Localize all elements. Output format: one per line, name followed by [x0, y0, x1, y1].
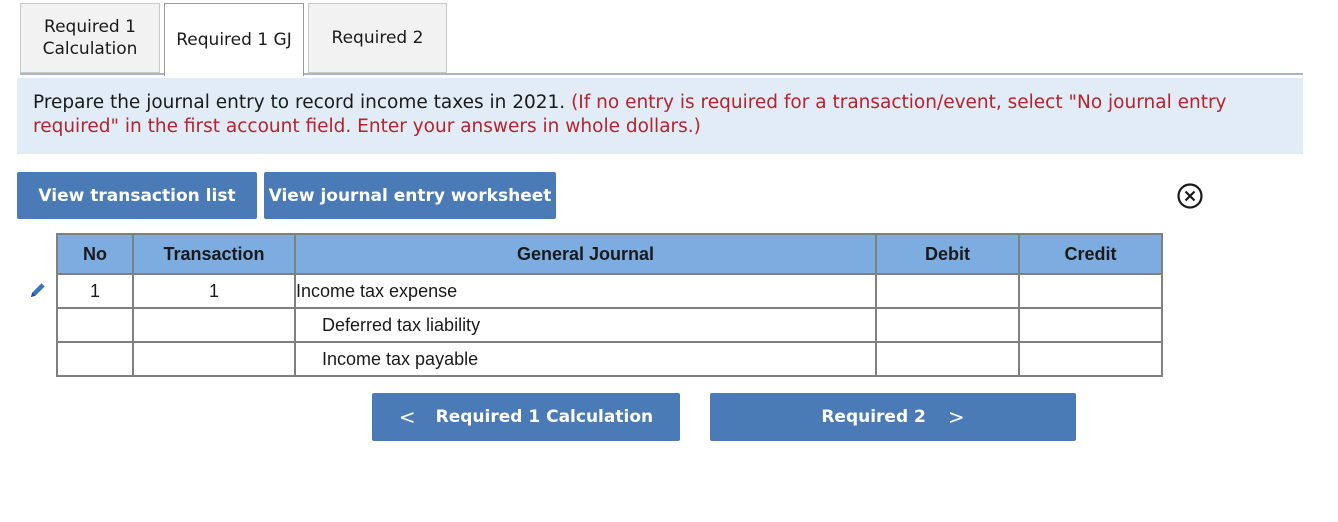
table-row: Income tax payable	[56, 341, 1163, 377]
instructions-note-continued: required" in the first account field. En…	[33, 116, 701, 137]
column-header-general-journal: General Journal	[294, 233, 877, 275]
account-cell[interactable]: Income tax expense	[294, 273, 877, 309]
tab-label: Required 1 GJ	[176, 30, 292, 50]
previous-required-1-calculation-button[interactable]: < Required 1 Calculation	[372, 393, 680, 441]
pencil-icon[interactable]	[28, 280, 48, 300]
column-header-credit: Credit	[1018, 233, 1163, 275]
next-required-2-button[interactable]: Required 2 >	[710, 393, 1076, 441]
tab-required-2[interactable]: Required 2	[308, 3, 447, 73]
tab-label: Required 2	[331, 28, 424, 48]
transaction-number: 1	[132, 273, 296, 309]
row-number	[56, 341, 134, 377]
chevron-right-icon: >	[947, 405, 965, 429]
table-row: 1 1 Income tax expense	[56, 273, 1163, 309]
debit-cell[interactable]	[875, 307, 1020, 343]
table-row: Deferred tax liability	[56, 307, 1163, 343]
debit-cell[interactable]	[875, 341, 1020, 377]
column-header-transaction: Transaction	[132, 233, 296, 275]
credit-cell[interactable]	[1018, 341, 1163, 377]
transaction-number	[132, 307, 296, 343]
next-button-label: Required 2	[821, 407, 926, 427]
tab-required-1-calculation[interactable]: Required 1 Calculation	[20, 3, 160, 73]
view-journal-entry-worksheet-button[interactable]: View journal entry worksheet	[264, 172, 556, 219]
instructions-note: (If no entry is required for a transacti…	[571, 92, 1227, 113]
row-number	[56, 307, 134, 343]
account-cell[interactable]: Deferred tax liability	[294, 307, 877, 343]
tab-required-1-gj[interactable]: Required 1 GJ	[164, 3, 304, 76]
previous-button-label: Required 1 Calculation	[435, 407, 654, 427]
debit-cell[interactable]	[875, 273, 1020, 309]
column-header-no: No	[56, 233, 134, 275]
chevron-left-icon: <	[398, 405, 416, 429]
view-transaction-list-button[interactable]: View transaction list	[17, 172, 257, 219]
row-number: 1	[56, 273, 134, 309]
credit-cell[interactable]	[1018, 273, 1163, 309]
instructions-line-1: Prepare the journal entry to record inco…	[33, 91, 1287, 115]
instructions-main: Prepare the journal entry to record inco…	[33, 92, 566, 113]
account-cell[interactable]: Income tax payable	[294, 341, 877, 377]
instructions-line-2: required" in the first account field. En…	[33, 115, 1287, 139]
tab-label: Required 1 Calculation	[42, 17, 138, 59]
column-header-debit: Debit	[875, 233, 1020, 275]
credit-cell[interactable]	[1018, 307, 1163, 343]
instructions-panel: Prepare the journal entry to record inco…	[17, 78, 1303, 154]
table-header-row: No Transaction General Journal Debit Cre…	[56, 233, 1163, 275]
general-journal-table: No Transaction General Journal Debit Cre…	[56, 233, 1163, 377]
close-circle-icon[interactable]	[1176, 182, 1204, 210]
transaction-number	[132, 341, 296, 377]
